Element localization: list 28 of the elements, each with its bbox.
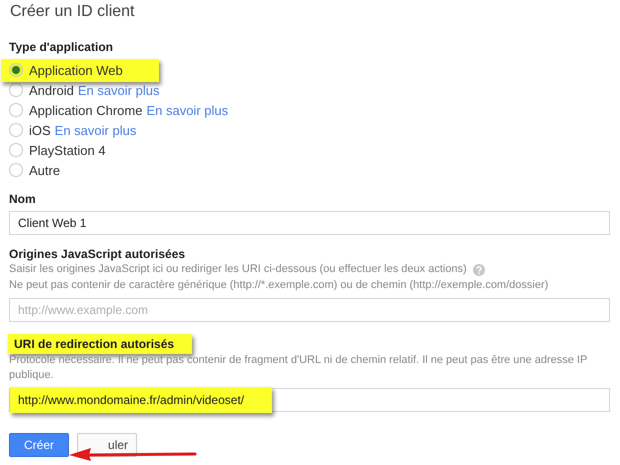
option-label: Application Web	[29, 62, 123, 78]
radio-button[interactable]	[9, 123, 23, 137]
text-field[interactable]: Client Web 1	[9, 211, 610, 235]
option-label: Android	[29, 82, 74, 98]
radio-button[interactable]	[9, 103, 23, 117]
option-label: Autre	[29, 162, 60, 178]
radio-button[interactable]	[9, 143, 23, 157]
help-text: Protocole nécessaire. Il ne peut pas contenir de fragment d'URL ni de chemin relatif. Il ne peut pas être une adresse IP publique.	[9, 353, 588, 383]
radio-button[interactable]	[9, 83, 23, 97]
text-field[interactable]: http://www.example.com	[9, 298, 610, 322]
help-icon[interactable]	[472, 264, 485, 276]
text-field[interactable]: http://www.mondomaine.fr/admin/videoset/	[9, 388, 610, 412]
field-label: Origines JavaScript autorisées	[9, 247, 186, 261]
learn-more-link[interactable]: En savoir plus	[78, 82, 160, 98]
help-text: Saisir les origines JavaScript ici ou rediriger les URI ci-dessous (ou effectuer les deux actions)	[9, 262, 467, 277]
option-label: iOS	[29, 122, 51, 138]
radio-button[interactable]	[9, 63, 23, 77]
radio-button[interactable]	[9, 163, 23, 177]
page-title: Créer un ID client	[9, 3, 136, 21]
option-label: Application Chrome	[29, 102, 142, 118]
learn-more-link[interactable]: En savoir plus	[54, 122, 136, 138]
field-label: Type d'application	[9, 40, 113, 54]
help-text: Ne peut pas contenir de caractère générique (http://*.exemple.com) ou de chemin (http://exemple.com/dossier)	[9, 278, 548, 293]
field-label: URI de redirection autorisés	[8, 334, 192, 354]
option-label: PlayStation 4	[29, 142, 106, 158]
field-label: Nom	[9, 192, 36, 206]
learn-more-link[interactable]: En savoir plus	[146, 102, 228, 118]
create-button[interactable]: Créer	[9, 433, 70, 457]
